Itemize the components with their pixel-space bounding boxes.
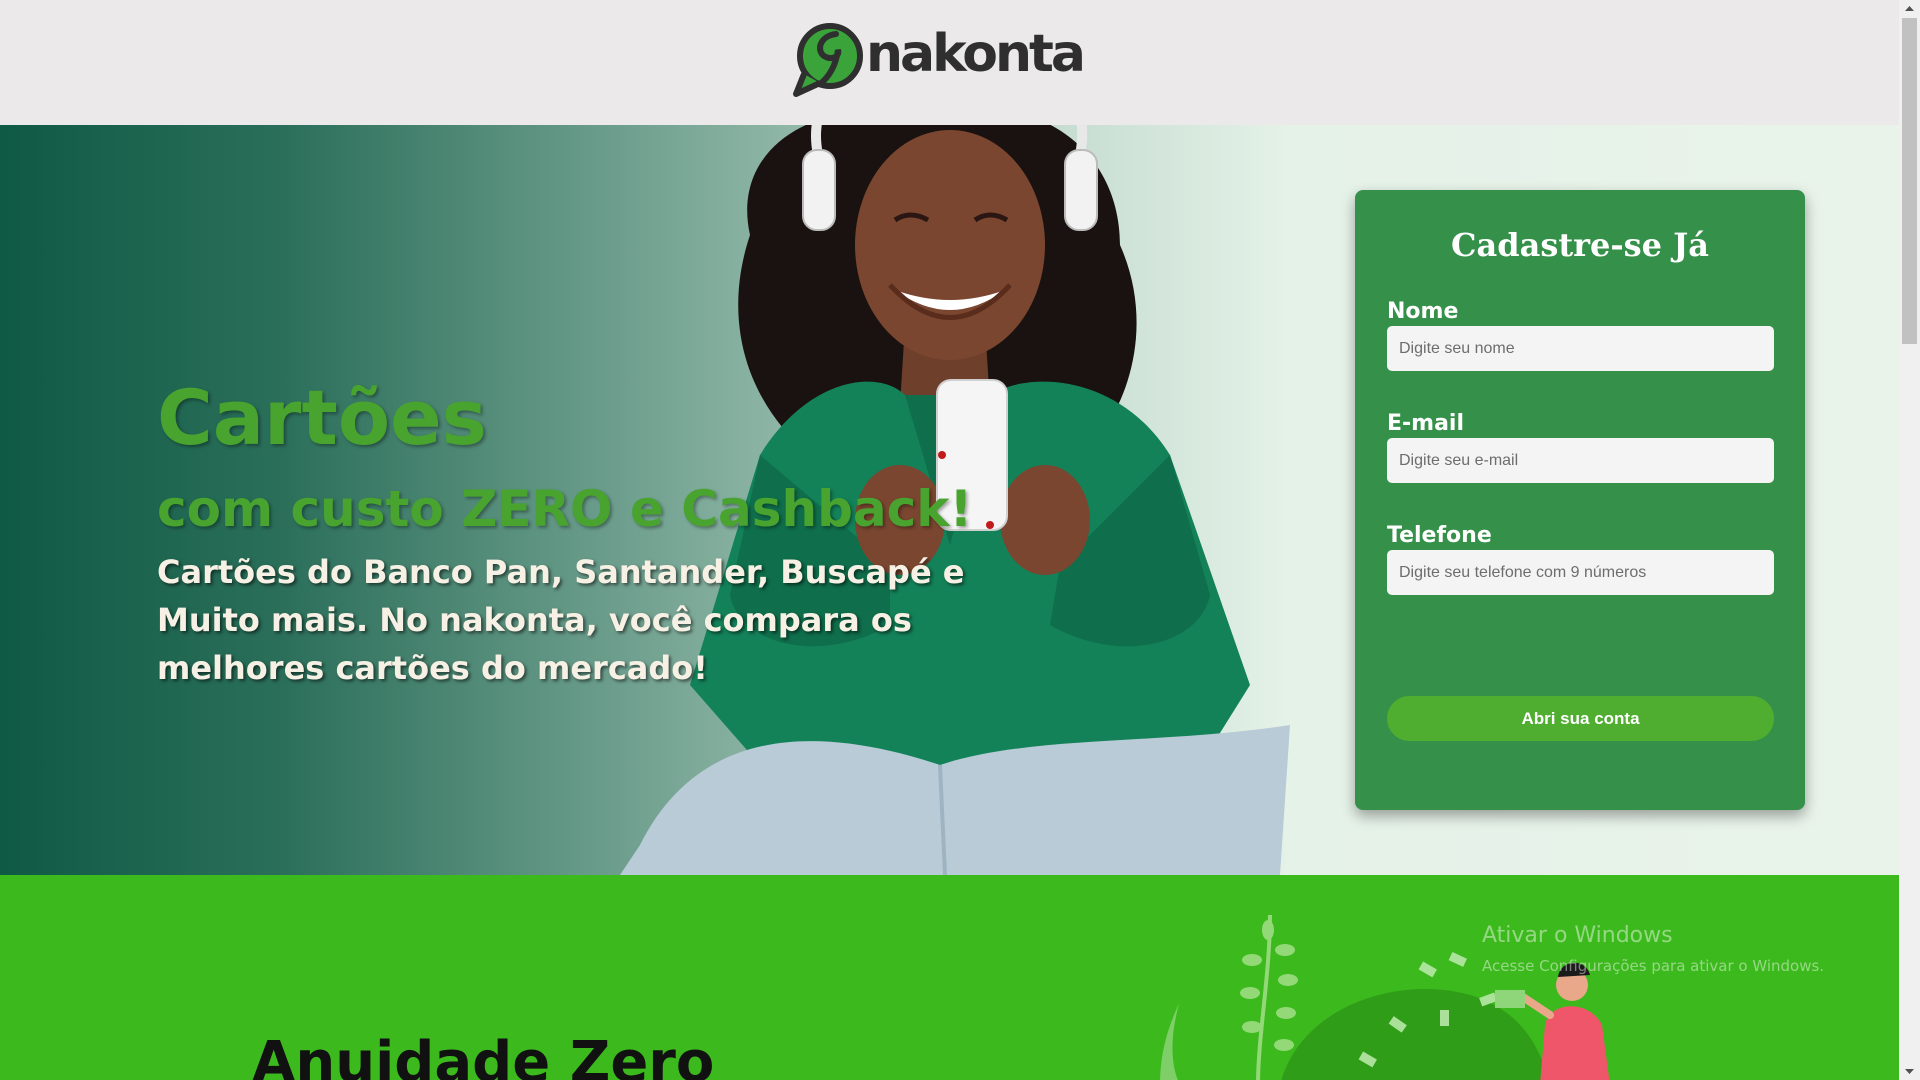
hero-title: Cartões <box>157 373 487 462</box>
phone-label: Telefone <box>1387 523 1492 548</box>
email-input[interactable] <box>1387 438 1774 483</box>
form-title: Cadastre-se Já <box>1451 226 1709 264</box>
watermark-title: Ativar o Windows <box>1482 923 1673 948</box>
email-label: E-mail <box>1387 411 1465 436</box>
scroll-up-arrow-icon[interactable] <box>1899 0 1920 17</box>
logo-text: nakonta <box>866 24 1086 84</box>
phone-input[interactable] <box>1387 550 1774 595</box>
section-title: Anuidade Zero <box>252 1030 715 1080</box>
scroll-down-arrow-icon[interactable] <box>1899 1063 1920 1080</box>
windows-activation-watermark: Ativar o Windows Acesse Configurações pa… <box>1482 923 1825 976</box>
scrollbar-thumb[interactable] <box>1902 18 1917 344</box>
hero-description: Cartões do Banco Pan, Santander, Buscapé… <box>157 553 965 687</box>
watermark-subtitle: Acesse Configurações para ativar o Windo… <box>1482 957 1825 975</box>
hero-section: Cartões com custo ZERO e Cashback! Cartõ… <box>0 125 1899 875</box>
open-account-button[interactable]: Abri sua conta <box>1387 696 1774 741</box>
site-header: nakonta <box>0 0 1899 125</box>
signup-form-card: Cadastre-se Já Nome E-mail Telefone Abri… <box>1355 190 1805 810</box>
vertical-scrollbar[interactable] <box>1899 0 1920 1080</box>
name-label: Nome <box>1387 299 1459 324</box>
logo-bubble-icon <box>793 23 863 97</box>
nakonta-logo[interactable]: nakonta <box>790 20 1086 100</box>
hero-text-block: Cartões com custo ZERO e Cashback! Cartõ… <box>157 380 1077 692</box>
hero-subtitle: com custo ZERO e Cashback! <box>157 480 973 538</box>
name-input[interactable] <box>1387 326 1774 371</box>
annual-fee-section: Anuidade Zero <box>0 875 1899 1080</box>
